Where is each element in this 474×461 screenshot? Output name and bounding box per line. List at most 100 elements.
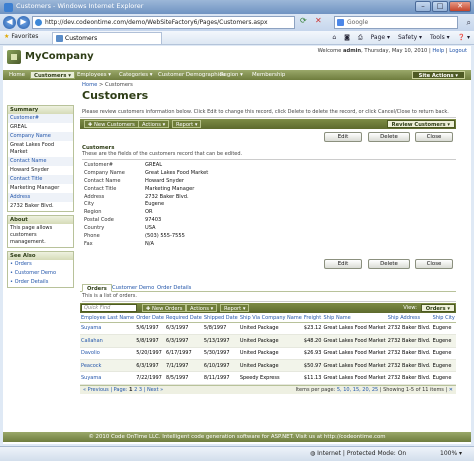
edit-button[interactable]: Edit [324, 258, 362, 269]
column-header[interactable]: Shipped Date [202, 313, 239, 323]
home-icon[interactable]: ⌂ [332, 34, 336, 41]
field-row: Fax N/A [80, 241, 456, 249]
search-icon[interactable]: ⌕ [467, 17, 471, 28]
field-value: N/A [145, 240, 155, 247]
cell[interactable]: Suyama [80, 322, 136, 336]
orders-view-selector[interactable]: Orders ▾ [420, 303, 455, 312]
field-value: Eugene [145, 201, 165, 208]
new-orders-button[interactable]: ✚ New Orders [142, 303, 187, 312]
field-label: Contact Name [84, 177, 121, 184]
table-row[interactable]: Callahan 5/8/1997 6/3/1997 5/13/1997 United … [80, 334, 456, 348]
orders-report-menu[interactable]: Report ▾ [220, 303, 250, 312]
column-header[interactable]: Required Date [165, 313, 203, 323]
table-row[interactable]: Peacock 6/3/1997 7/1/1997 6/10/1997 United P… [80, 359, 456, 373]
table-row[interactable]: Davolio 5/20/1997 6/17/1997 5/30/1997 United… [80, 347, 456, 360]
close-button[interactable]: Close [415, 132, 453, 142]
star-icon: ★ [4, 33, 10, 40]
favorites-button[interactable]: ★ Favorites [4, 33, 38, 40]
menu-employees[interactable]: Employees ▾ [74, 71, 114, 79]
page-menu[interactable]: Page ▾ [371, 34, 390, 41]
menu-home[interactable]: Home [6, 71, 28, 79]
new-customers-button[interactable]: ✚ New Customers [84, 120, 139, 128]
minimize-button[interactable]: – [415, 1, 431, 12]
field-value: 97403 [145, 217, 162, 224]
table-row[interactable]: Suyama 7/22/1997 8/5/1997 8/11/1997 Speedy E… [80, 371, 456, 385]
cell[interactable]: Callahan [80, 334, 136, 348]
cell: 8/11/1997 [202, 371, 239, 385]
pager-close-icon[interactable]: ✕ [449, 387, 453, 393]
summary-value: GREAL [10, 124, 28, 130]
pager-next[interactable]: | Next » [144, 387, 164, 393]
page-size-options[interactable]: 5, 10, 15, 20, 25 [337, 387, 378, 393]
breadcrumb-current: Customers [104, 82, 133, 88]
column-header[interactable]: Ship Via Company Name [238, 313, 303, 323]
see-also-order-details[interactable]: • Order Details [8, 278, 73, 287]
search-input[interactable]: Google ⌕ [334, 16, 471, 29]
column-header[interactable]: Ship City [431, 313, 456, 323]
page-2[interactable]: 2 [134, 387, 137, 393]
cell: United Package [238, 347, 303, 360]
edit-button[interactable]: Edit [324, 132, 362, 142]
browser-tab[interactable]: Customers [52, 32, 162, 44]
stop-icon[interactable]: ✕ [315, 16, 322, 25]
menu-region[interactable]: Region ▾ [217, 71, 246, 79]
pager-previous[interactable]: « Previous | Page: [83, 387, 127, 393]
help-menu[interactable]: ❓ ▾ [458, 34, 470, 41]
orders-actions-menu[interactable]: Actions ▾ [186, 303, 218, 312]
tools-menu[interactable]: Tools ▾ [430, 34, 450, 41]
refresh-icon[interactable]: ⟳ [300, 16, 307, 25]
cell[interactable]: Davolio [80, 347, 136, 360]
favorites-bar: ★ Favorites Customers ⌂ ◙ ⎙ Page ▾ Safet… [0, 31, 474, 45]
tab-order-details[interactable]: Order Details [153, 284, 195, 292]
field-row: Postal Code 97403 [80, 217, 456, 225]
actions-menu[interactable]: Actions ▾ [138, 120, 170, 128]
page-title: Customers [82, 89, 149, 102]
logout-link[interactable]: Logout [449, 48, 467, 54]
zoom-control[interactable]: 100% ▾ [440, 450, 462, 457]
web-page: MyCompany Welcome admin, Thursday, May 1… [3, 46, 471, 444]
breadcrumb-home[interactable]: Home [82, 82, 97, 88]
cell[interactable]: Peacock [80, 359, 136, 373]
column-header[interactable]: Freight [302, 313, 323, 323]
summary-label: Customer# [8, 114, 73, 123]
sidebar: Summary Customer# GREAL Company Name Gre… [7, 105, 74, 325]
cell: $11.13 [302, 371, 323, 385]
see-also-customer-demo[interactable]: • Customer Demo [8, 269, 73, 278]
cell: 7/1/1997 [165, 359, 203, 373]
safety-menu[interactable]: Safety ▾ [398, 34, 422, 41]
see-also-orders[interactable]: • Orders [8, 260, 73, 269]
page-1[interactable]: 1 [129, 387, 132, 393]
menu-membership[interactable]: Membership [249, 71, 288, 79]
menu-categories[interactable]: Categories ▾ [116, 71, 155, 79]
delete-button[interactable]: Delete [368, 132, 410, 142]
bottom-button-row: Edit Delete Close [80, 258, 456, 271]
cell[interactable]: Suyama [80, 371, 136, 385]
site-actions-button[interactable]: Site Actions ▾ [411, 71, 465, 79]
report-menu[interactable]: Report ▾ [172, 120, 202, 128]
cell: Eugene [431, 371, 456, 385]
back-button[interactable]: ◀ [3, 16, 16, 29]
delete-button[interactable]: Delete [368, 258, 410, 269]
address-bar[interactable]: http://dev.codeontime.com/demo/WebSiteFa… [32, 16, 295, 29]
close-window-button[interactable]: ✕ [449, 1, 471, 12]
cell: Eugene [431, 359, 456, 373]
help-link[interactable]: Help [432, 48, 444, 54]
table-row[interactable]: Suyama 5/6/1997 6/3/1997 5/8/1997 United Pac… [80, 322, 456, 336]
page-footer: © 2010 Code OnTime LLC. Intelligent code… [3, 432, 471, 442]
print-icon[interactable]: ⎙ [358, 34, 363, 41]
column-header[interactable]: Ship Address [386, 313, 432, 323]
forward-button[interactable]: ▶ [17, 16, 30, 29]
maximize-button[interactable]: □ [432, 1, 448, 12]
column-header[interactable]: Order Date [135, 313, 166, 323]
column-header[interactable]: Ship Name [322, 313, 387, 323]
tab-customer-demo[interactable]: Customer Demo [108, 284, 158, 292]
close-button[interactable]: Close [415, 258, 453, 269]
pager-left: « Previous | Page: 1 2 3 | Next » [83, 387, 163, 393]
page-3[interactable]: 3 [139, 387, 142, 393]
feeds-icon[interactable]: ◙ [344, 34, 350, 41]
view-selector[interactable]: Review Customers ▾ [386, 120, 455, 128]
column-header[interactable]: Employee Last Name [80, 313, 136, 323]
cell: 5/30/1997 [202, 347, 239, 360]
quick-find-input[interactable]: Quick Find [81, 303, 137, 312]
menu-customers[interactable]: Customers ▾ [30, 71, 76, 79]
